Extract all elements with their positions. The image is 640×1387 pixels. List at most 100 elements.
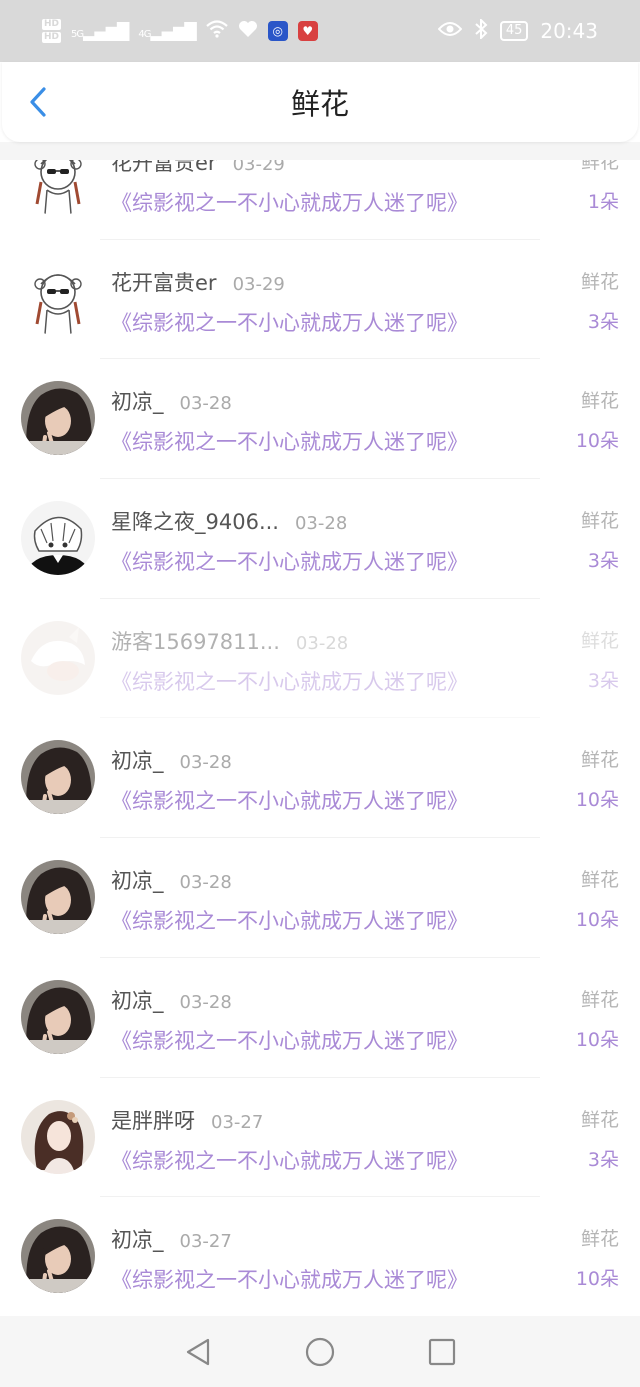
book-title-link[interactable]: 《综影视之一不小心就成万人迷了呢》: [111, 187, 468, 217]
page-title: 鲜花: [290, 87, 349, 121]
back-button[interactable]: [20, 84, 56, 120]
name-line: 初凉_ 03-28: [111, 745, 232, 775]
book-title-link[interactable]: 《综影视之一不小心就成万人迷了呢》: [111, 1264, 468, 1294]
gift-count: 10朵: [575, 1268, 619, 1291]
gift-count: 10朵: [575, 789, 619, 812]
name-line: 花开富贵er 03-29: [111, 160, 285, 177]
gift-type: 鲜花: [580, 629, 619, 652]
chevron-left-icon: [30, 87, 46, 117]
record-date: 03-28: [179, 991, 232, 1013]
header-spacer: [0, 142, 640, 160]
user-name[interactable]: 星降之夜_9406...: [111, 506, 279, 536]
book-title-link[interactable]: 《综影视之一不小心就成万人迷了呢》: [111, 307, 468, 337]
name-line: 星降之夜_9406... 03-28: [111, 506, 347, 536]
gift-type: 鲜花: [580, 160, 619, 173]
user-name[interactable]: 游客15697811...: [111, 626, 280, 656]
record-date: 03-28: [295, 632, 349, 654]
triangle-back-icon: [186, 1338, 210, 1365]
user-name[interactable]: 初凉_: [111, 1224, 164, 1254]
record-date: 03-28: [179, 752, 232, 774]
flower-record-list[interactable]: 花开富贵er 03-29 《综影视之一不小心就成万人迷了呢》 鲜花 1朵 花开富贵er 03…: [0, 160, 640, 1316]
list-content: 花开富贵er 03-29 《综影视之一不小心就成万人迷了呢》 鲜花 1朵 花开富贵er 03…: [0, 160, 640, 1316]
user-name[interactable]: 花开富贵er: [111, 267, 217, 297]
record-date: 03-29: [232, 273, 285, 295]
list-item[interactable]: 花开富贵er 03-29 《综影视之一不小心就成万人迷了呢》 鲜花 1朵: [0, 160, 640, 240]
avatar[interactable]: [21, 860, 95, 935]
user-name[interactable]: 初凉_: [111, 386, 164, 416]
list-item[interactable]: 初凉_ 03-28 《综影视之一不小心就成万人迷了呢》 鲜花 10朵: [0, 359, 640, 480]
gift-count: 10朵: [575, 1028, 619, 1051]
name-line: 游客15697811... 03-28: [111, 626, 348, 656]
app-notification-icon: ◎: [267, 21, 288, 41]
top-nav-bar: 鲜花: [2, 62, 638, 142]
record-date: 03-29: [232, 160, 285, 175]
signal-icon: 5G▂▄▆█: [71, 21, 129, 41]
gift-type: 鲜花: [580, 270, 619, 293]
list-item[interactable]: 游客15697811... 03-28 《综影视之一不小心就成万人迷了呢》 鲜花 3朵: [0, 599, 640, 719]
avatar[interactable]: [21, 979, 95, 1054]
user-name[interactable]: 是胖胖呀: [111, 1105, 195, 1135]
list-item[interactable]: 初凉_ 03-28 《综影视之一不小心就成万人迷了呢》 鲜花 10朵: [0, 958, 640, 1078]
gift-count: 1朵: [587, 191, 619, 213]
name-line: 初凉_ 03-27: [111, 1224, 232, 1254]
eye-icon: [437, 20, 463, 42]
battery-icon: 45: [499, 21, 529, 41]
hd-badge: HD: [42, 19, 62, 30]
book-title-link[interactable]: 《综影视之一不小心就成万人迷了呢》: [111, 666, 468, 696]
book-title-link[interactable]: 《综影视之一不小心就成万人迷了呢》: [111, 546, 468, 576]
gift-count: 10朵: [575, 909, 619, 932]
user-name[interactable]: 花开富贵er: [111, 160, 217, 177]
gift-count: 3朵: [587, 310, 619, 333]
list-item[interactable]: 花开富贵er 03-29 《综影视之一不小心就成万人迷了呢》 鲜花 3朵: [0, 240, 640, 360]
avatar[interactable]: [21, 740, 95, 815]
avatar[interactable]: [21, 1099, 95, 1174]
user-name[interactable]: 初凉_: [111, 985, 164, 1015]
avatar[interactable]: [21, 381, 95, 456]
nav-back-button[interactable]: [183, 1337, 213, 1367]
gift-type: 鲜花: [580, 749, 619, 772]
clock: 20:43: [540, 19, 598, 43]
gift-count: 3朵: [587, 550, 619, 573]
name-line: 是胖胖呀 03-27: [111, 1105, 263, 1135]
avatar[interactable]: [21, 1219, 95, 1294]
record-date: 03-27: [211, 1111, 264, 1133]
record-date: 03-28: [179, 393, 232, 415]
nav-recents-button[interactable]: [427, 1337, 457, 1367]
gift-type: 鲜花: [580, 988, 619, 1011]
book-title-link[interactable]: 《综影视之一不小心就成万人迷了呢》: [111, 785, 468, 815]
wifi-icon: [205, 19, 228, 43]
gift-count: 3朵: [587, 1148, 619, 1171]
bluetooth-icon: [474, 17, 488, 44]
hd-badges: HD HD: [42, 18, 62, 44]
book-title-link[interactable]: 《综影视之一不小心就成万人迷了呢》: [111, 905, 468, 935]
nav-home-button[interactable]: [305, 1337, 335, 1367]
status-right: 45 20:43: [437, 17, 598, 44]
record-date: 03-28: [179, 872, 232, 894]
list-item[interactable]: 初凉_ 03-28 《综影视之一不小心就成万人迷了呢》 鲜花 10朵: [0, 838, 640, 958]
square-recents-icon: [428, 1338, 456, 1365]
gift-type: 鲜花: [580, 390, 619, 413]
list-item[interactable]: 是胖胖呀 03-27 《综影视之一不小心就成万人迷了呢》 鲜花 3朵: [0, 1078, 640, 1198]
book-title-link[interactable]: 《综影视之一不小心就成万人迷了呢》: [111, 426, 468, 456]
hd-badge: HD: [42, 32, 62, 43]
name-line: 初凉_ 03-28: [111, 865, 232, 895]
user-name[interactable]: 初凉_: [111, 745, 164, 775]
list-item[interactable]: 星降之夜_9406... 03-28 《综影视之一不小心就成万人迷了呢》 鲜花 3朵: [0, 479, 640, 599]
list-item[interactable]: 初凉_ 03-28 《综影视之一不小心就成万人迷了呢》 鲜花 10朵: [0, 718, 640, 839]
book-title-link[interactable]: 《综影视之一不小心就成万人迷了呢》: [111, 1145, 468, 1175]
record-date: 03-27: [179, 1231, 232, 1253]
user-name[interactable]: 初凉_: [111, 865, 164, 895]
name-line: 初凉_ 03-28: [111, 985, 232, 1015]
status-bar: HD HD 5G▂▄▆█ 4G▂▄▆█ ◎ ♥ 45 20:43: [0, 0, 640, 62]
avatar[interactable]: [21, 501, 95, 576]
avatar[interactable]: [21, 261, 95, 336]
name-line: 花开富贵er 03-29: [111, 267, 285, 297]
system-nav-bar: [0, 1316, 640, 1387]
signal-icon: 4G▂▄▆█: [138, 21, 196, 41]
avatar[interactable]: [21, 160, 95, 216]
book-title-link[interactable]: 《综影视之一不小心就成万人迷了呢》: [111, 1025, 468, 1055]
list-item[interactable]: 初凉_ 03-27 《综影视之一不小心就成万人迷了呢》 鲜花 10朵: [0, 1197, 640, 1316]
gift-type: 鲜花: [580, 1108, 619, 1131]
status-left: HD HD 5G▂▄▆█ 4G▂▄▆█ ◎ ♥: [42, 18, 318, 44]
avatar[interactable]: [21, 620, 95, 695]
